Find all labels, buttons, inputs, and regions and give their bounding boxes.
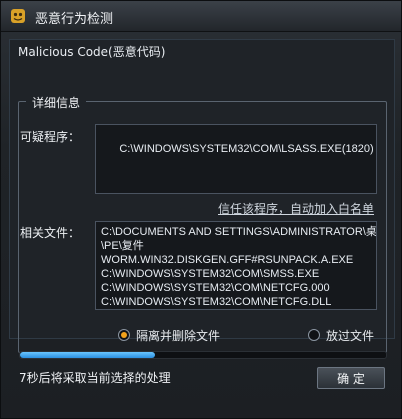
countdown-progress-fill [20, 352, 156, 358]
ok-button-label: 确 定 [337, 372, 365, 386]
ok-button[interactable]: 确 定 [317, 367, 385, 389]
related-file-line: C:\WINDOWS\SYSTEM32\COM\NETCFG.DLL [101, 296, 332, 308]
shield-app-icon [11, 9, 25, 23]
program-path-text: C:\WINDOWS\SYSTEM32\COM\LSASS.EXE(1820) [119, 143, 374, 155]
countdown-text: 7秒后将采取当前选择的处理 [19, 371, 171, 385]
files-label: 相关文件： [20, 226, 81, 240]
radio-isolate[interactable] [118, 329, 130, 341]
related-files-field[interactable]: C:\DOCUMENTS AND SETTINGS\ADMINISTRATOR\… [95, 221, 377, 310]
related-file-line: \PE\复件 [101, 240, 144, 252]
details-group-title: 详细信息 [26, 94, 87, 111]
option-skip-label: 放过文件 [326, 329, 375, 343]
content-panel: Malicious Code(恶意代码) 详细信息 可疑程序： C:\WINDO… [9, 39, 395, 353]
option-isolate-label: 隔离并删除文件 [136, 329, 221, 343]
radio-skip[interactable] [308, 329, 320, 341]
countdown-progress-bar [19, 351, 387, 359]
related-file-line: C:\DOCUMENTS AND SETTINGS\ADMINISTRATOR\… [101, 226, 377, 238]
related-file-line: C:\WINDOWS\SYSTEM32\COM\SMSS.EXE [101, 268, 320, 280]
option-skip[interactable]: 放过文件 [308, 327, 374, 344]
related-file-line: WORM.WIN32.DISKGEN.GFF#RSUNPACK.A.EXE [101, 254, 354, 266]
panel-caption: Malicious Code(恶意代码) [18, 45, 166, 59]
related-file-line: C:\WINDOWS\SYSTEM32\COM\NETCFG.000 [101, 282, 330, 294]
window-title: 恶意行为检测 [35, 12, 114, 27]
dialog-window: 恶意行为检测 Malicious Code(恶意代码) 详细信息 可疑程序： C… [0, 0, 402, 419]
program-label: 可疑程序： [20, 130, 81, 144]
option-isolate[interactable]: 隔离并删除文件 [118, 327, 220, 344]
trust-whitelist-link[interactable]: 信任该程序，自动加入白名单 [218, 200, 374, 217]
title-bar[interactable]: 恶意行为检测 [1, 1, 401, 32]
program-path-field[interactable]: C:\WINDOWS\SYSTEM32\COM\LSASS.EXE(1820) [95, 124, 377, 194]
